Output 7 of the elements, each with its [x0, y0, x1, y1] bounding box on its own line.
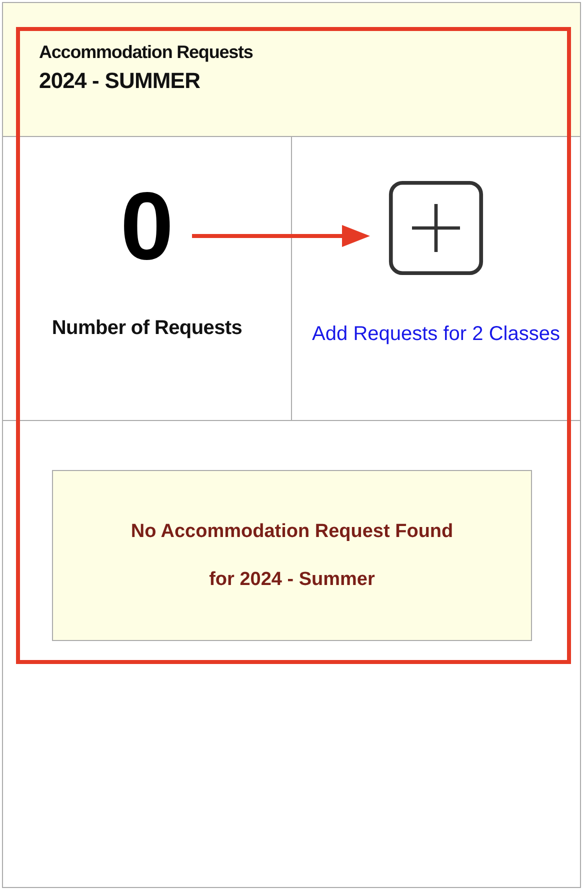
term-title: 2024 - SUMMER — [39, 67, 200, 95]
add-button[interactable] — [388, 180, 484, 276]
count-label: Number of Requests — [52, 317, 242, 340]
request-count: 0 — [120, 179, 174, 275]
header-title: Accommodation Requests — [39, 41, 253, 63]
add-requests-link[interactable]: Add Requests for 2 Classes — [312, 320, 560, 348]
empty-message: No Accommodation Request Found for 2024 - Summer — [130, 520, 454, 592]
